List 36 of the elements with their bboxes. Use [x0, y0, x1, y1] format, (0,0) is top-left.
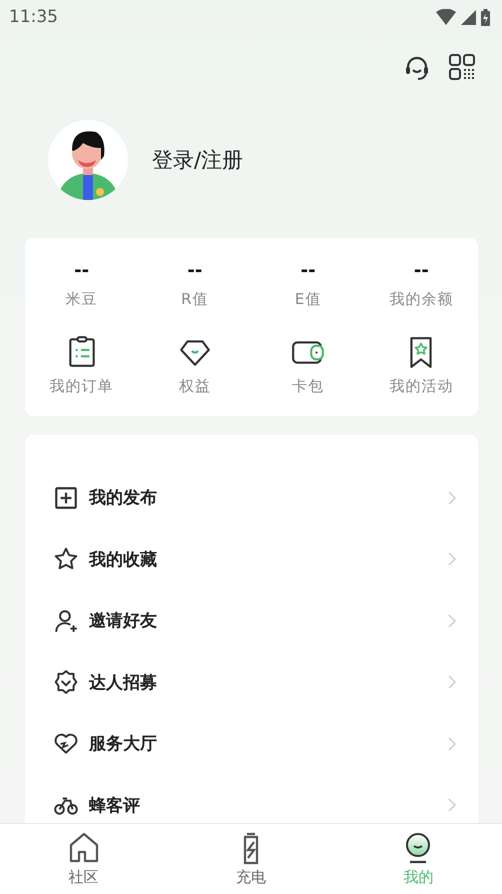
chevron-right-icon	[448, 798, 456, 812]
stat-value: --	[300, 260, 316, 283]
tab[interactable]: 社区	[0, 824, 168, 894]
chevron-right-icon	[448, 675, 456, 690]
menu-item[interactable]: 达人招募	[25, 652, 478, 713]
chevron-right-icon	[448, 490, 456, 505]
menu-item[interactable]: 我的发布	[25, 467, 478, 528]
add-user-icon	[53, 608, 79, 634]
battery-icon	[481, 8, 490, 26]
chevron-right-icon	[448, 736, 456, 751]
shortcut-button[interactable]: 权益	[178, 335, 212, 396]
menu-item[interactable]: 我的收藏	[25, 528, 478, 590]
stat-label: E值	[294, 290, 322, 309]
wifi-icon	[436, 9, 456, 25]
qr-scan-icon[interactable]	[449, 54, 475, 80]
menu-item[interactable]: 服务大厅	[25, 713, 478, 774]
signal-icon	[461, 10, 476, 24]
stat-value: --	[187, 260, 202, 283]
add-square-icon	[53, 484, 79, 511]
chevron-right-icon	[448, 552, 456, 566]
shortcut-button[interactable]: 我的订单	[50, 335, 114, 396]
stat-value: --	[74, 260, 90, 283]
chevron-right-icon	[448, 614, 456, 628]
stat-label: R值	[181, 290, 209, 309]
shortcut-button[interactable]: 我的活动	[389, 335, 454, 396]
shortcut-button[interactable]: 卡包	[291, 335, 326, 396]
headset-icon[interactable]	[403, 54, 431, 82]
status-time: 11:35	[9, 7, 58, 27]
menu-item[interactable]: 邀请好友	[25, 590, 478, 652]
stat-value: --	[414, 260, 429, 283]
login-link[interactable]: 登录/注册	[152, 146, 244, 174]
badge-check-icon	[53, 669, 79, 696]
stat-label: 我的余额	[389, 290, 454, 309]
stat-label: 米豆	[66, 290, 98, 309]
tab[interactable]: 充电	[167, 824, 335, 894]
menu-item[interactable]: 蜂客评	[25, 774, 478, 823]
